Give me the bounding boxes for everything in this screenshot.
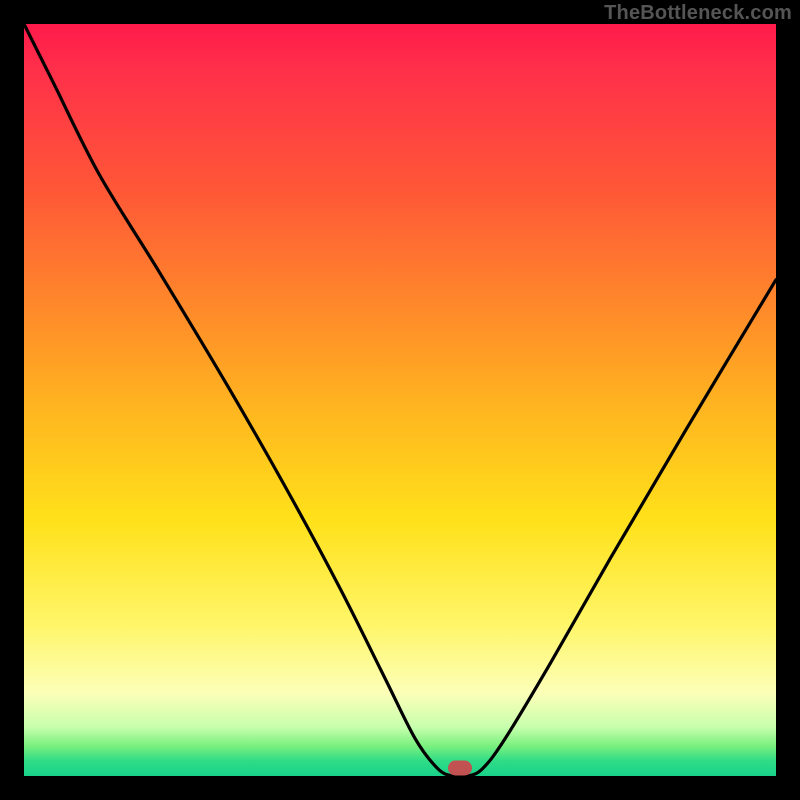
bottleneck-curve [24,24,776,776]
chart-frame: TheBottleneck.com [0,0,800,800]
optimal-marker [448,761,472,776]
plot-area [24,24,776,776]
curve-svg [24,24,776,776]
watermark-text: TheBottleneck.com [604,2,792,25]
